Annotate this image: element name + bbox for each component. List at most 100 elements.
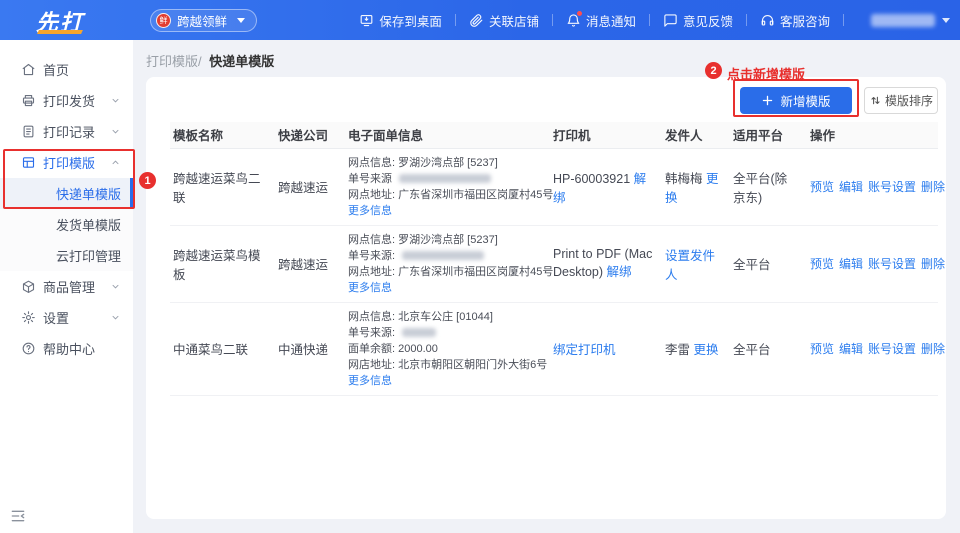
waybill-info-line: 网点信息: 罗湖沙湾点部 [5237] xyxy=(348,232,542,248)
waybill-info-line: 更多信息 xyxy=(348,203,542,219)
account-settings-link[interactable]: 账号设置 xyxy=(868,257,916,271)
menu-fold-icon[interactable] xyxy=(10,508,26,524)
account-settings-link[interactable]: 账号设置 xyxy=(868,180,916,194)
table-row: 中通菜鸟二联 中通快递 网点信息: 北京车公庄 [01044] 单号来源: 面单余额:… xyxy=(170,302,945,396)
sidebar-item-print-records[interactable]: 打印记录 xyxy=(0,116,133,147)
waybill-info-label: 网点信息: xyxy=(348,233,396,246)
nav-feedback[interactable]: 意见反馈 xyxy=(663,11,733,30)
template-name-cell: 跨越速运菜鸟模板 xyxy=(170,225,275,303)
edit-link[interactable]: 编辑 xyxy=(839,180,863,194)
sidebar-item-express-templates[interactable]: 快递单模版 xyxy=(0,178,133,209)
waybill-info-label: 网点地址: xyxy=(348,188,396,201)
sidebar-item-label: 商品管理 xyxy=(43,280,96,295)
sort-icon xyxy=(869,94,882,107)
top-bar: 先打 鲜 跨越领鲜 保存到桌面 关联店铺 消息通知 意见反馈 客服咨询 xyxy=(0,0,960,40)
headset-icon xyxy=(760,13,775,28)
sidebar-item-home[interactable]: 首页 xyxy=(0,54,133,85)
sidebar: 首页 打印发货打印记录打印模版 快递单模版 发货单模版云打印管理商品管理设置帮助中心 xyxy=(0,40,133,533)
column-header: 发件人 xyxy=(662,122,730,149)
templates-table: 模板名称 快递公司 电子面单信息 打印机 发件人 适用平台 操作 跨越速运菜鸟二联 跨越速运网… xyxy=(170,122,945,396)
column-header: 模板名称 xyxy=(170,122,275,149)
sidebar-item-label: 打印记录 xyxy=(43,125,96,140)
sender-action-link[interactable]: 更换 xyxy=(693,343,718,357)
sidebar-item-label: 帮助中心 xyxy=(43,342,96,357)
sidebar-item-print-shipping[interactable]: 打印发货 xyxy=(0,85,133,116)
waybill-info-line: 网店地址: 北京市朝阳区朝阳门外大街6号 xyxy=(348,357,547,373)
platform-cell: 全平台(除京东) xyxy=(730,148,807,226)
store-switcher[interactable]: 鲜 跨越领鲜 xyxy=(150,9,258,32)
column-header: 快递公司 xyxy=(275,122,345,149)
platform-cell: 全平台 xyxy=(730,225,807,303)
plus-icon xyxy=(761,94,774,107)
printer-cell: HP-60003921 解绑 xyxy=(550,148,662,226)
breadcrumb: 打印模版/ 快递单模版 xyxy=(146,51,274,70)
breadcrumb-parent[interactable]: 打印模版/ xyxy=(146,54,202,69)
store-badge-icon: 鲜 xyxy=(156,13,171,28)
sidebar-item-help[interactable]: 帮助中心 xyxy=(0,333,133,364)
sender-action-link[interactable]: 设置发件人 xyxy=(665,249,715,282)
feedback-icon xyxy=(663,13,678,28)
divider xyxy=(648,14,650,26)
platform-value: 全平台 xyxy=(733,343,771,357)
waybill-info-label: 单号来源: xyxy=(348,249,396,262)
waybill-info-value: 2000.00 xyxy=(398,342,438,355)
waybill-info-value: 罗湖沙湾点部 [5237] xyxy=(398,156,498,169)
account-settings-link[interactable]: 账号设置 xyxy=(868,342,916,356)
cell-text: 李雷 xyxy=(665,343,694,357)
sidebar-item-products[interactable]: 商品管理 xyxy=(0,271,133,302)
cell-text: Print to PDF (Mac Desktop) xyxy=(553,247,653,279)
preview-link[interactable]: 预览 xyxy=(810,180,834,194)
more-info-link[interactable]: 更多信息 xyxy=(348,205,392,217)
nav-save-desktop[interactable]: 保存到桌面 xyxy=(359,11,442,30)
printer-action-link[interactable]: 绑定打印机 xyxy=(553,343,616,357)
nav-support[interactable]: 客服咨询 xyxy=(760,11,830,30)
row-actions-cell: 预览 编辑 账号设置 删除 xyxy=(807,302,945,396)
more-info-link[interactable]: 更多信息 xyxy=(348,282,392,294)
chevron-down-icon xyxy=(942,17,950,23)
courier-company: 跨越速运 xyxy=(278,258,329,272)
add-template-button[interactable]: 新增模版 xyxy=(740,87,852,114)
courier-company-cell: 中通快递 xyxy=(275,302,345,396)
preview-link[interactable]: 预览 xyxy=(810,257,834,271)
delete-link[interactable]: 删除 xyxy=(921,180,945,194)
divider xyxy=(843,14,844,26)
sidebar-item-label: 设置 xyxy=(43,311,70,326)
edit-link[interactable]: 编辑 xyxy=(839,257,863,271)
delete-link[interactable]: 删除 xyxy=(921,257,945,271)
sidebar-subitem-label: 云打印管理 xyxy=(56,249,122,264)
table-row: 跨越速运菜鸟二联 跨越速运 网点信息: 罗湖沙湾点部 [5237] 单号来源 网点地址… xyxy=(170,148,945,226)
template-name: 跨越速运菜鸟二联 xyxy=(173,171,261,205)
sidebar-item-shipping-templates[interactable]: 发货单模版 xyxy=(0,209,133,240)
template-icon xyxy=(21,155,36,170)
records-icon xyxy=(21,124,36,139)
template-name-cell: 中通菜鸟二联 xyxy=(170,302,275,396)
redacted-value xyxy=(402,251,485,261)
account-name-redacted[interactable] xyxy=(871,13,935,27)
waybill-info-label: 网点地址: xyxy=(348,265,396,278)
courier-company: 跨越速运 xyxy=(278,181,329,195)
home-icon xyxy=(21,62,36,77)
column-header: 操作 xyxy=(807,122,938,149)
courier-company: 中通快递 xyxy=(278,343,329,357)
row-actions-cell: 预览 编辑 账号设置 删除 xyxy=(807,148,945,226)
template-name: 中通菜鸟二联 xyxy=(173,343,249,357)
waybill-info-label: 网点信息: xyxy=(348,310,396,323)
sidebar-item-print-templates[interactable]: 打印模版 xyxy=(0,147,133,178)
printer-action-link[interactable]: 解绑 xyxy=(607,265,632,279)
sidebar-item-settings[interactable]: 设置 xyxy=(0,302,133,333)
nav-label: 客服咨询 xyxy=(779,14,830,29)
divider xyxy=(551,14,553,26)
more-info-link[interactable]: 更多信息 xyxy=(348,375,392,387)
edit-link[interactable]: 编辑 xyxy=(839,342,863,356)
courier-company-cell: 跨越速运 xyxy=(275,225,345,303)
nav-notifications[interactable]: 消息通知 xyxy=(566,10,636,30)
sidebar-item-cloud-print[interactable]: 云打印管理 xyxy=(0,240,133,271)
waybill-info-value: 广东省深圳市福田区岗厦村45号 xyxy=(398,188,554,201)
breadcrumb-current: 快递单模版 xyxy=(209,54,275,69)
preview-link[interactable]: 预览 xyxy=(810,342,834,356)
delete-link[interactable]: 删除 xyxy=(921,342,945,356)
store-switcher-label: 跨越领鲜 xyxy=(177,15,228,29)
nav-link-shop[interactable]: 关联店铺 xyxy=(469,11,539,30)
sender-cell: 设置发件人 xyxy=(662,225,730,303)
sort-templates-button[interactable]: 模版排序 xyxy=(864,87,938,114)
